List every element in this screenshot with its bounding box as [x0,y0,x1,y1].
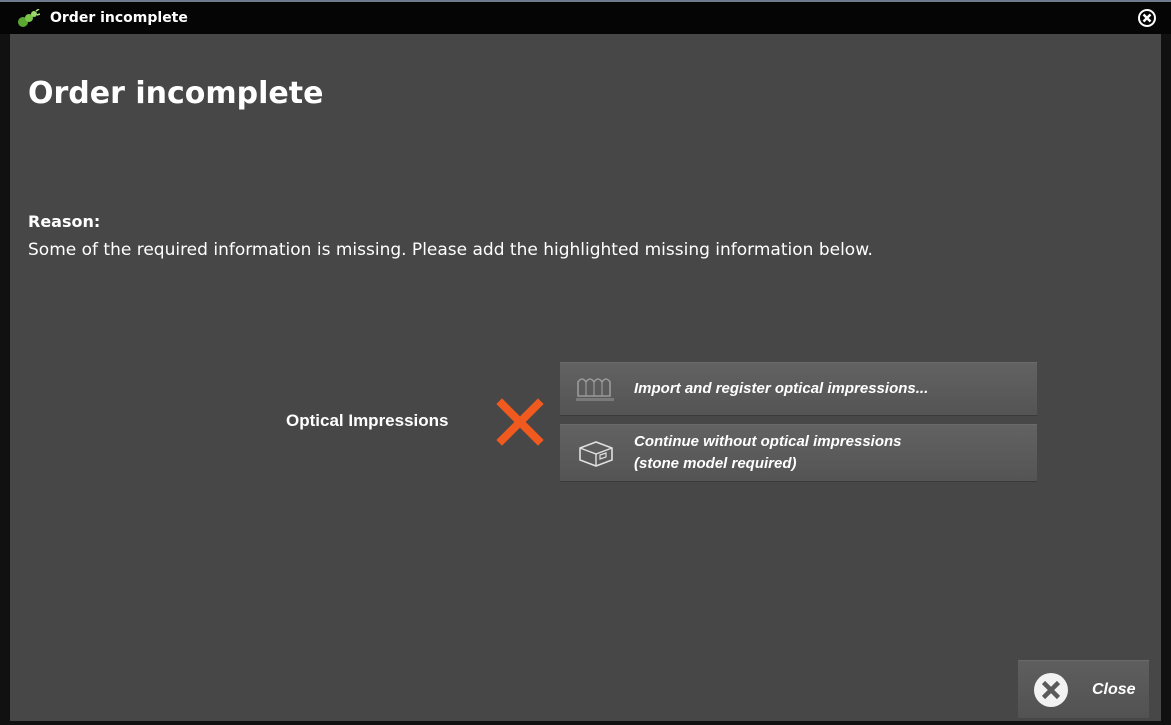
page-title: Order incomplete [28,76,324,111]
reason-label: Reason: [28,212,101,231]
close-button-label: Close [1092,681,1136,698]
window-title: Order incomplete [50,10,188,26]
order-incomplete-dialog: Order incomplete Order incomplete Reason… [0,0,1171,725]
stone-model-box-icon [579,441,613,467]
app-logo-icon [18,9,40,27]
missing-x-icon [496,398,544,446]
close-button[interactable]: Close [1018,660,1149,718]
close-icon [1034,673,1068,707]
reason-text: Some of the required information is miss… [28,240,873,260]
import-optical-impressions-button[interactable]: Import and register optical impressions.… [560,362,1037,416]
optical-impressions-label: Optical Impressions [286,411,449,430]
continue-button-line-2: (stone model required) [634,455,797,472]
import-button-label: Import and register optical impressions.… [634,380,929,397]
teeth-scan-icon [576,378,614,401]
continue-without-impressions-button[interactable]: Continue without optical impressions (st… [560,424,1037,482]
continue-button-label: Continue without optical impressions (st… [634,431,902,475]
title-close-icon[interactable] [1137,8,1157,28]
title-bar: Order incomplete [0,0,1171,34]
continue-button-line-1: Continue without optical impressions [634,433,902,450]
